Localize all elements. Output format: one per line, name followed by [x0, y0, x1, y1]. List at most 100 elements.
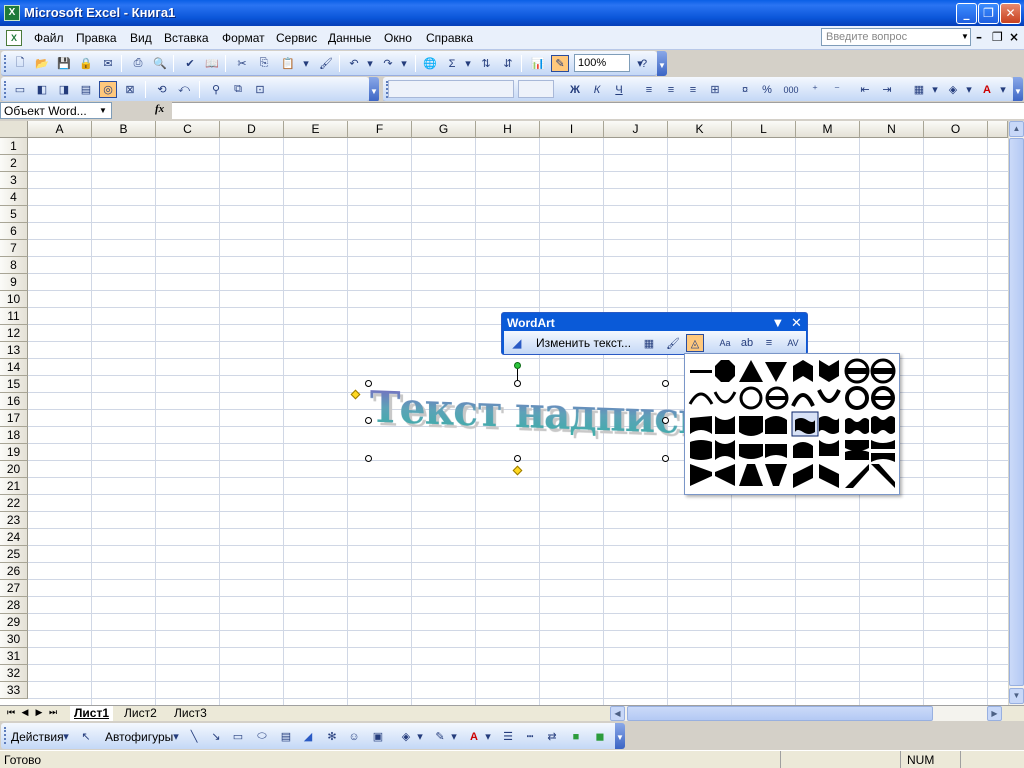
column-header[interactable]: C — [156, 121, 220, 138]
insert-wordart-icon[interactable]: ◢ — [299, 728, 317, 745]
last-sheet-icon[interactable]: ⏭ — [46, 707, 60, 718]
menu-view[interactable]: Вид — [130, 31, 152, 45]
ask-dropdown-icon[interactable]: ▼ — [959, 29, 971, 45]
end-review-icon[interactable]: ⊡ — [251, 81, 269, 98]
permission-icon[interactable]: 🔒 — [77, 55, 95, 72]
row-header[interactable]: 2 — [0, 155, 28, 172]
increase-decimal-icon[interactable]: ⁺ — [806, 81, 824, 98]
align-center-icon[interactable]: ≡ — [662, 81, 680, 98]
row-header[interactable]: 20 — [0, 461, 28, 478]
sheet-tab-2[interactable]: Лист2 — [120, 706, 161, 721]
align-right-icon[interactable]: ≡ — [684, 81, 702, 98]
print-preview-icon[interactable]: 🔍 — [151, 55, 169, 72]
row-header[interactable]: 31 — [0, 648, 28, 665]
chart-wizard-icon[interactable]: 📊 — [529, 55, 547, 72]
scroll-left-icon[interactable]: ◀ — [610, 706, 625, 721]
shadow-style-icon[interactable]: ■ — [567, 728, 585, 745]
autosum-dropdown-icon[interactable]: ▾ — [459, 55, 477, 72]
reject-icon[interactable]: ⤺ — [175, 81, 193, 98]
new-comment-icon[interactable]: ▭ — [11, 81, 29, 98]
font-color-dropdown-icon[interactable]: ▾ — [994, 81, 1012, 98]
resize-handle-top[interactable] — [514, 380, 521, 387]
autoshapes-dropdown-icon[interactable]: ▾ — [171, 728, 181, 745]
row-header[interactable]: 25 — [0, 546, 28, 563]
diagram-icon[interactable]: ✻ — [323, 728, 341, 745]
column-header[interactable]: H — [476, 121, 540, 138]
dash-style-icon[interactable]: ┅ — [521, 728, 539, 745]
toolbar-grip[interactable] — [4, 727, 7, 744]
wordart-shape-icon[interactable]: ◬ — [686, 334, 704, 352]
sheet-tab-1[interactable]: Лист1 — [70, 706, 114, 721]
row-header[interactable]: 21 — [0, 478, 28, 495]
row-header[interactable]: 18 — [0, 427, 28, 444]
row-header[interactable]: 33 — [0, 682, 28, 699]
email-icon[interactable]: ✉ — [99, 55, 117, 72]
merge-center-icon[interactable]: ⊞ — [706, 81, 724, 98]
scroll-right-icon[interactable]: ▶ — [987, 706, 1002, 721]
format-wordart-icon[interactable]: 🖌 — [664, 334, 682, 352]
bold-icon[interactable]: Ж — [566, 81, 584, 98]
menu-help[interactable]: Справка — [426, 31, 473, 45]
resize-handle-top-left[interactable] — [365, 380, 372, 387]
next-sheet-icon[interactable]: ▶ — [32, 707, 46, 718]
sheet-tab-3[interactable]: Лист3 — [170, 706, 211, 721]
sort-descending-icon[interactable]: ⇵ — [499, 55, 517, 72]
autoshapes-menu[interactable]: Автофигуры — [105, 730, 173, 744]
zoom-select[interactable]: 100% — [574, 54, 630, 72]
open-icon[interactable]: 📂 — [33, 55, 51, 72]
column-header[interactable]: O — [924, 121, 988, 138]
resize-handle-bottom[interactable] — [514, 455, 521, 462]
row-header[interactable]: 19 — [0, 444, 28, 461]
hyperlink-icon[interactable]: 🌐 — [421, 55, 439, 72]
decrease-decimal-icon[interactable]: ⁻ — [828, 81, 846, 98]
doc-minimize-button[interactable]: – — [976, 30, 982, 44]
show-all-comments-icon[interactable]: ◎ — [99, 81, 117, 98]
italic-icon[interactable]: К — [588, 81, 606, 98]
oval-icon[interactable]: ⬭ — [253, 728, 271, 745]
menu-file[interactable]: Файл — [34, 31, 64, 45]
thousands-icon[interactable]: 000 — [782, 81, 800, 98]
3d-style-icon[interactable]: ◼ — [591, 728, 609, 745]
row-header[interactable]: 30 — [0, 631, 28, 648]
currency-icon[interactable]: ¤ — [736, 81, 754, 98]
toolbar-grip[interactable] — [4, 55, 7, 72]
wordart-toolbar-title[interactable]: WordArt — [507, 316, 555, 330]
shape-gallery-grid[interactable] — [685, 354, 901, 496]
column-header[interactable]: L — [732, 121, 796, 138]
resize-handle-right[interactable] — [662, 417, 669, 424]
row-header[interactable]: 26 — [0, 563, 28, 580]
new-icon[interactable]: 🗋 — [11, 55, 29, 72]
menu-tools[interactable]: Сервис — [276, 31, 317, 45]
rotation-handle[interactable] — [514, 362, 521, 369]
row-header[interactable]: 12 — [0, 325, 28, 342]
help-icon[interactable]: ? — [637, 55, 651, 72]
research-icon[interactable]: 📖 — [203, 55, 221, 72]
line-style-icon[interactable]: ☰ — [499, 728, 517, 745]
show-comment-icon[interactable]: ▤ — [77, 81, 95, 98]
row-header[interactable]: 14 — [0, 359, 28, 376]
line-color-icon[interactable]: ✎ — [431, 728, 449, 745]
row-header[interactable]: 10 — [0, 291, 28, 308]
menu-data[interactable]: Данные — [328, 31, 371, 45]
align-left-icon[interactable]: ≡ — [640, 81, 658, 98]
row-header[interactable]: 23 — [0, 512, 28, 529]
fill-color-dropdown-icon[interactable]: ▾ — [960, 81, 978, 98]
column-header[interactable]: F — [348, 121, 412, 138]
doc-restore-button[interactable]: ❐ — [992, 30, 1003, 44]
undo-dropdown-icon[interactable]: ▾ — [361, 55, 379, 72]
ask-question-input[interactable]: Введите вопрос — [821, 28, 971, 46]
column-header[interactable]: J — [604, 121, 668, 138]
fill-color-dropdown-icon[interactable]: ▾ — [415, 728, 425, 745]
font-color-dropdown-icon[interactable]: ▾ — [483, 728, 493, 745]
row-header[interactable]: 24 — [0, 529, 28, 546]
format-painter-icon[interactable]: 🖌 — [317, 55, 335, 72]
increase-indent-icon[interactable]: ⇥ — [878, 81, 896, 98]
font-size-select[interactable] — [518, 80, 554, 98]
function-icon[interactable]: fx — [155, 103, 164, 115]
line-color-dropdown-icon[interactable]: ▾ — [449, 728, 459, 745]
drawing-toolbar-options-icon[interactable]: ▼ — [615, 723, 625, 749]
name-box-dropdown-icon[interactable]: ▼ — [96, 103, 110, 117]
standard-toolbar-options-icon[interactable]: ▼ — [657, 51, 667, 76]
row-header[interactable]: 7 — [0, 240, 28, 257]
column-header[interactable]: N — [860, 121, 924, 138]
